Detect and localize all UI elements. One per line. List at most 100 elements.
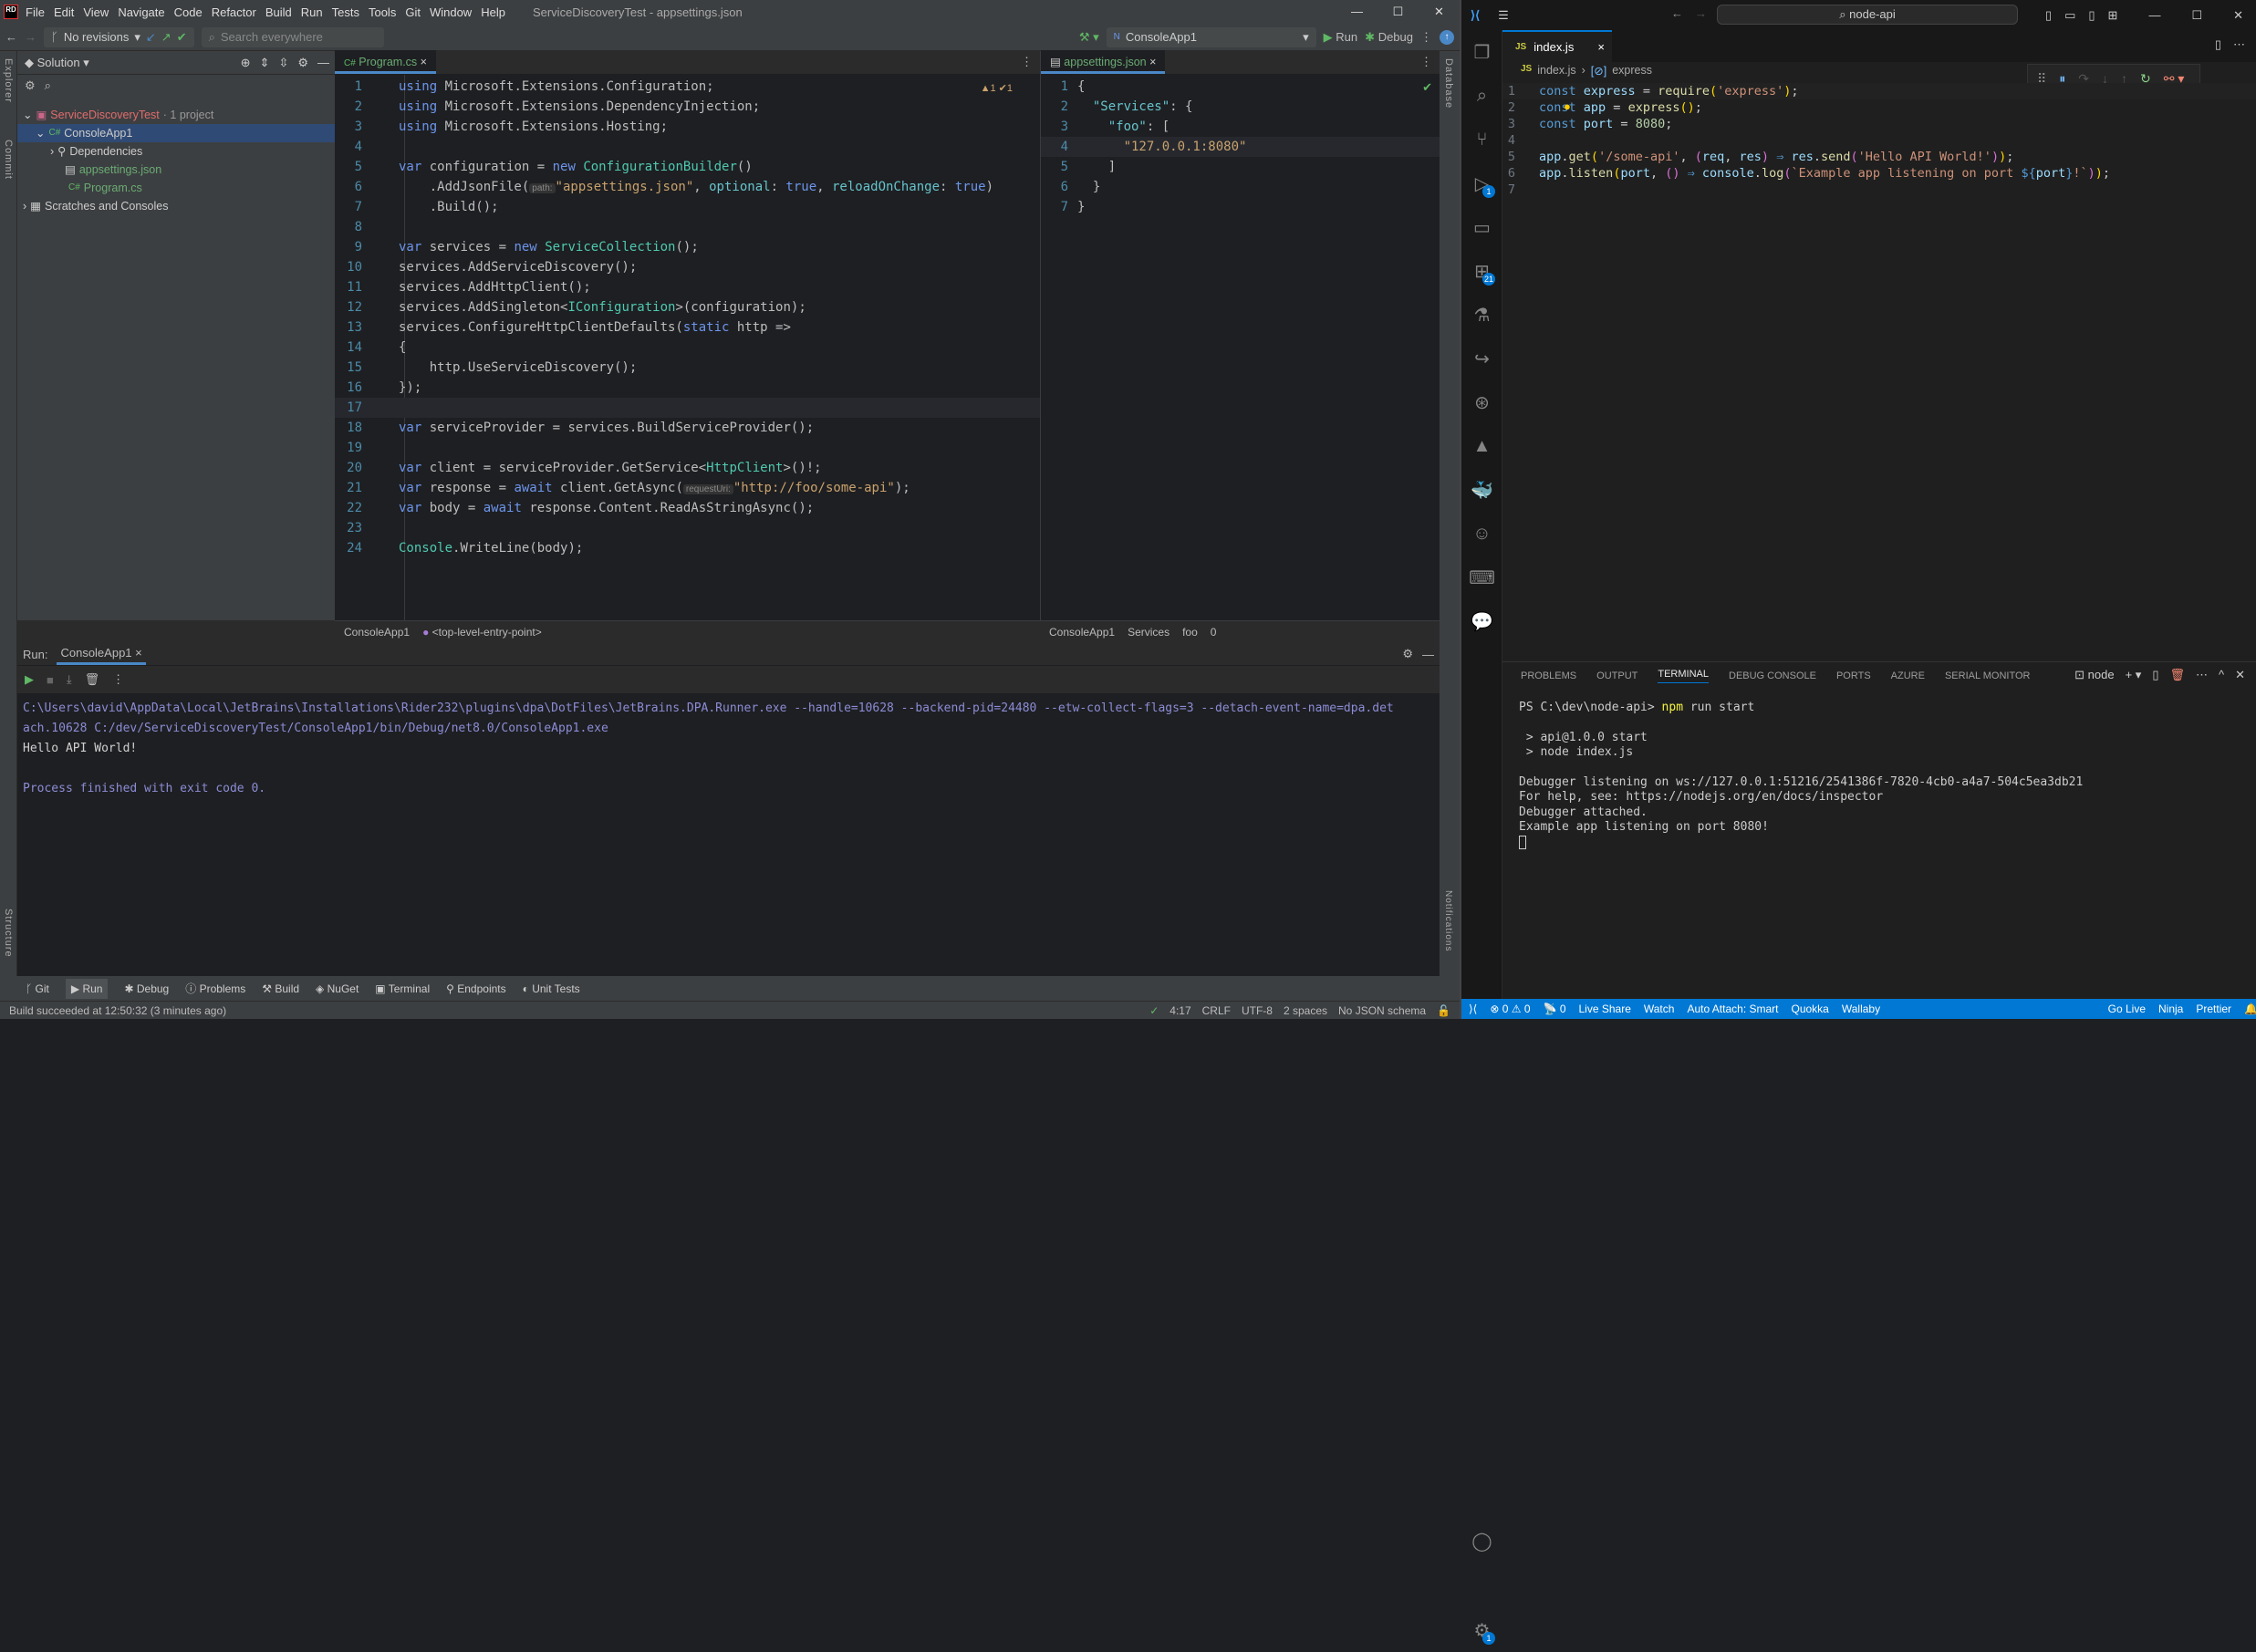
- tree-item-program[interactable]: C# Program.cs: [17, 179, 335, 197]
- locate-icon[interactable]: ⊕: [241, 56, 251, 70]
- status-message[interactable]: Build succeeded at 12:50:32 (3 minutes a…: [9, 1004, 226, 1017]
- vscode-code-area[interactable]: 1 const express = require('express'); 2 con…: [1502, 83, 2256, 198]
- status-item[interactable]: 📡 0: [1544, 1003, 1566, 1015]
- extensions-icon[interactable]: ⊞ 21: [1461, 249, 1502, 293]
- update-available-icon[interactable]: ↑: [1440, 29, 1454, 45]
- panel-tab-ports[interactable]: PORTS: [1836, 670, 1871, 681]
- collapse-all-icon[interactable]: ⇳: [278, 56, 288, 70]
- panel-tab-output[interactable]: OUTPUT: [1596, 670, 1637, 681]
- tree-item-scratches[interactable]: › ▦ Scratches and Consoles: [17, 197, 335, 215]
- minimize-button[interactable]: —: [2148, 0, 2160, 30]
- toggle-panel-icon[interactable]: ▭: [2064, 0, 2075, 30]
- menu-item-file[interactable]: File: [26, 5, 45, 19]
- status-item[interactable]: Prettier: [2196, 1003, 2231, 1015]
- tree-item-solution[interactable]: ⌄ ▣ ServiceDiscoveryTest · 1 project: [17, 106, 335, 124]
- minimize-button[interactable]: —: [1336, 0, 1378, 24]
- run-button[interactable]: ▶ Run: [1324, 30, 1357, 45]
- breadcrumb-item[interactable]: ConsoleApp1: [344, 626, 410, 639]
- tool-problems[interactable]: ⓘ Problems: [185, 981, 245, 996]
- more-icon[interactable]: ⋮: [112, 672, 124, 687]
- tab-index-js[interactable]: JS index.js ×: [1502, 30, 1612, 62]
- terminal-instance[interactable]: ⊡ node: [2074, 668, 2114, 682]
- close-button[interactable]: ✕: [2233, 0, 2243, 30]
- close-icon[interactable]: ×: [1149, 56, 1156, 68]
- debug-button[interactable]: ✱ Debug: [1365, 30, 1413, 45]
- maximize-button[interactable]: ☐: [2191, 0, 2202, 30]
- scroll-to-end-icon[interactable]: ⤓: [67, 672, 72, 687]
- clear-icon[interactable]: 🗑: [85, 672, 100, 687]
- back-icon[interactable]: ←: [5, 30, 17, 44]
- menu-item-window[interactable]: Window: [430, 5, 472, 19]
- split-terminal-icon[interactable]: ▯: [2152, 668, 2158, 682]
- tab-appsettings[interactable]: ▤ appsettings.json ×: [1041, 50, 1166, 74]
- json-code-area[interactable]: 1{2 "Services": {3 "foo": [4 "127.0.0.1:…: [1041, 75, 1440, 217]
- status-line-separator[interactable]: CRLF: [1202, 1004, 1231, 1017]
- azure-icon[interactable]: ▲: [1461, 424, 1502, 468]
- terminal-icon[interactable]: ⌨: [1461, 556, 1502, 599]
- tool-run[interactable]: ▶ Run: [65, 978, 109, 999]
- close-panel-icon[interactable]: ✕: [2235, 668, 2245, 682]
- toggle-sidebar-icon[interactable]: ▯: [2045, 0, 2052, 30]
- tab-program-cs[interactable]: C# Program.cs ×: [335, 50, 436, 74]
- breadcrumb-item[interactable]: 0: [1211, 626, 1217, 639]
- run-console-output[interactable]: C:\Users\david\AppData\Local\JetBrains\I…: [17, 693, 1440, 976]
- commit-icon[interactable]: ✔: [177, 30, 187, 45]
- breadcrumb-item[interactable]: foo: [1182, 626, 1198, 639]
- remote-icon[interactable]: ⟩⟨: [1469, 1003, 1477, 1015]
- account-icon[interactable]: ◯: [1461, 1519, 1502, 1563]
- forward-icon[interactable]: →: [25, 30, 36, 44]
- menu-item-help[interactable]: Help: [481, 5, 505, 19]
- breadcrumb-item[interactable]: ● <top-level-entry-point>: [422, 626, 542, 639]
- menu-item-build[interactable]: Build: [265, 5, 292, 19]
- status-item[interactable]: Auto Attach: Smart: [1687, 1003, 1778, 1015]
- structure-tool[interactable]: Structure: [3, 909, 14, 958]
- tree-item-dependencies[interactable]: › ⚲ Dependencies: [17, 142, 335, 161]
- run-tab-consoleapp1[interactable]: ConsoleApp1 ×: [57, 643, 146, 665]
- status-item[interactable]: Live Share: [1579, 1003, 1631, 1015]
- tree-item-project[interactable]: ⌄ C# ConsoleApp1: [17, 124, 335, 142]
- close-icon[interactable]: ×: [421, 56, 427, 68]
- build-hammer-icon[interactable]: ⚒ ▾: [1079, 30, 1099, 45]
- menu-icon[interactable]: ☰: [1498, 8, 1509, 23]
- menu-item-tools[interactable]: Tools: [369, 5, 396, 19]
- status-item[interactable]: Wallaby: [1842, 1003, 1880, 1015]
- stop-icon[interactable]: ■: [47, 673, 54, 687]
- status-indent[interactable]: 2 spaces: [1284, 1004, 1327, 1017]
- more-actions-icon[interactable]: ⋯: [2196, 668, 2208, 682]
- expand-all-icon[interactable]: ⇕: [260, 56, 270, 70]
- live-share-icon[interactable]: ↪: [1461, 337, 1502, 380]
- code-area[interactable]: 1 using Microsoft.Extensions.Configuratio…: [335, 75, 1040, 558]
- tab-more-icon[interactable]: ⋮: [1021, 50, 1040, 74]
- maximize-panel-icon[interactable]: ^: [2219, 668, 2224, 682]
- menu-item-navigate[interactable]: Navigate: [118, 5, 164, 19]
- tool-unit-tests[interactable]: ◐ Unit Tests: [523, 982, 580, 995]
- lightbulb-icon[interactable]: ●: [1564, 99, 1571, 113]
- search-icon[interactable]: ⌕: [1461, 74, 1502, 118]
- tool-nuget[interactable]: ◈ NuGet: [316, 982, 359, 995]
- panel-tab-debug-console[interactable]: DEBUG CONSOLE: [1729, 670, 1816, 681]
- status-position[interactable]: 4:17: [1170, 1004, 1190, 1017]
- status-encoding[interactable]: UTF-8: [1242, 1004, 1273, 1017]
- update-icon[interactable]: ↙: [146, 30, 156, 45]
- menu-item-code[interactable]: Code: [174, 5, 203, 19]
- notifications-tool[interactable]: Notifications: [1443, 890, 1453, 951]
- menu-item-tests[interactable]: Tests: [332, 5, 359, 19]
- menu-item-edit[interactable]: Edit: [54, 5, 74, 19]
- run-config-select[interactable]: N ConsoleApp1 ▾: [1106, 26, 1316, 47]
- panel-tab-serial-monitor[interactable]: SERIAL MONITOR: [1945, 670, 2031, 681]
- forward-icon[interactable]: →: [1695, 6, 1707, 20]
- menu-item-run[interactable]: Run: [301, 5, 323, 19]
- database-tool[interactable]: Database: [1443, 58, 1454, 109]
- more-icon[interactable]: ⋮: [1420, 30, 1432, 45]
- command-center-search[interactable]: ⌕ node-api: [1717, 5, 2018, 25]
- tab-more-icon[interactable]: ⋮: [1420, 50, 1440, 74]
- split-editor-icon[interactable]: ▯: [2215, 37, 2221, 52]
- panel-tab-problems[interactable]: PROBLEMS: [1521, 670, 1576, 681]
- source-control-icon[interactable]: ⑂: [1461, 118, 1502, 161]
- check-icon[interactable]: ✓: [1149, 1004, 1159, 1017]
- breadcrumb-item[interactable]: index.js: [1537, 64, 1575, 78]
- run-debug-icon[interactable]: ▷ 1: [1461, 161, 1502, 205]
- status-item[interactable]: Go Live: [2108, 1003, 2146, 1015]
- rerun-icon[interactable]: ▶: [25, 672, 34, 687]
- gear-icon[interactable]: ⚙: [1402, 647, 1413, 661]
